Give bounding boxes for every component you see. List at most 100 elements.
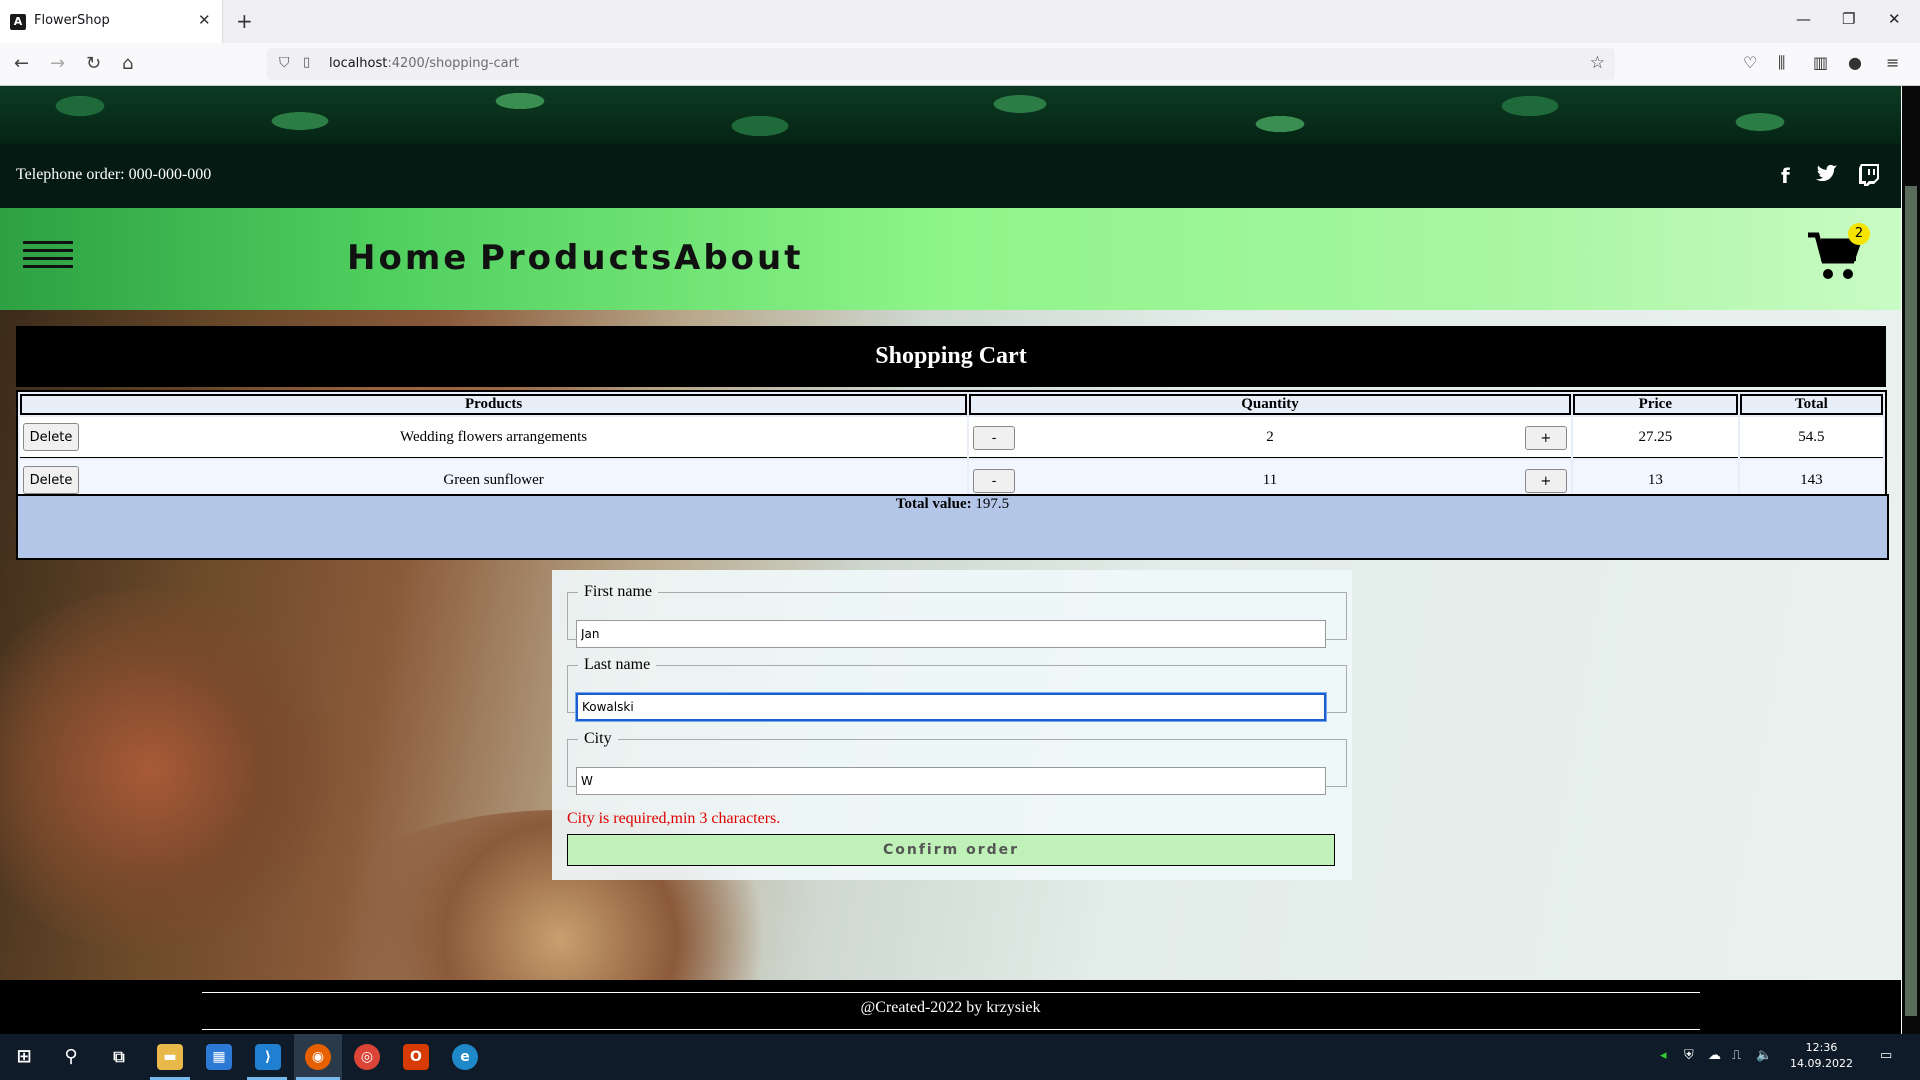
product-name: Wedding flowers arrangements	[400, 428, 588, 445]
facebook-icon[interactable]: f	[1781, 164, 1790, 188]
product-name: Green sunflower	[443, 471, 544, 488]
office-icon[interactable]: O	[403, 1044, 429, 1070]
clock-time: 12:36	[1805, 1041, 1838, 1054]
address-bar[interactable]: ⛉ ▯ localhost:4200/shopping-cart ☆	[267, 48, 1615, 80]
home-icon[interactable]: ⌂	[122, 53, 133, 74]
library-icon[interactable]: ⫼	[1778, 53, 1785, 73]
col-total: Total	[1739, 394, 1883, 415]
main-menu-bar: Home Products About 2	[0, 208, 1901, 310]
last-name-fieldset: Last name	[567, 656, 1347, 722]
onedrive-tray-icon[interactable]: ☁	[1708, 1048, 1721, 1063]
footer-divider	[202, 992, 1700, 993]
shopping-cart-title: Shopping Cart	[16, 326, 1886, 387]
forward-icon[interactable]: →	[50, 53, 65, 74]
increase-quantity-button[interactable]: +	[1524, 426, 1567, 450]
cart-table: Products Quantity Price Total Delete Wed…	[16, 390, 1887, 505]
first-name-fieldset: First name	[567, 583, 1347, 648]
footer-text: @Created-2022 by krzysiek	[860, 999, 1041, 1016]
browser-tab[interactable]: A FlowerShop ✕	[0, 0, 223, 43]
firefox-icon[interactable]: ◉	[305, 1044, 331, 1070]
footer-divider	[202, 1029, 1700, 1030]
decrease-quantity-button[interactable]: -	[973, 426, 1016, 450]
telephone-bar: Telephone order: 000-000-000 f	[0, 144, 1901, 208]
menu-home[interactable]: Home	[347, 238, 469, 278]
browser-navbar: ← → ↻ ⌂ ⛉ ▯ localhost:4200/shopping-cart…	[0, 43, 1920, 86]
page-scrollbar[interactable]	[1902, 86, 1920, 1034]
delete-button[interactable]: Delete	[23, 423, 79, 451]
pocket-icon[interactable]: ♡	[1743, 53, 1757, 72]
city-error-message: City is required,min 3 characters.	[567, 810, 781, 827]
background-blossom	[0, 590, 360, 950]
city-label: City	[584, 730, 612, 747]
sidebar-icon[interactable]: ▥	[1813, 53, 1828, 72]
browser-tabbar: A FlowerShop ✕ + — ❐ ✕	[0, 0, 1920, 43]
url-text[interactable]: localhost:4200/shopping-cart	[329, 56, 519, 71]
minimize-icon[interactable]: —	[1796, 10, 1811, 28]
url-host: localhost	[329, 56, 388, 71]
increase-quantity-button[interactable]: +	[1524, 469, 1567, 493]
twitter-icon[interactable]	[1816, 164, 1838, 189]
angular-icon: A	[10, 14, 26, 30]
chrome-icon[interactable]: ◎	[354, 1044, 380, 1070]
first-name-input[interactable]	[576, 620, 1326, 648]
security-tray-icon[interactable]: ⛨	[1684, 1048, 1694, 1063]
col-price: Price	[1572, 394, 1738, 415]
web-page: Telephone order: 000-000-000 f Home Prod…	[0, 86, 1901, 1034]
new-tab-icon[interactable]: +	[236, 9, 253, 33]
volume-tray-icon[interactable]: 🔈	[1756, 1048, 1772, 1063]
last-name-input[interactable]	[575, 692, 1327, 722]
hamburger-menu-icon[interactable]	[23, 241, 73, 271]
vscode-icon[interactable]: ⟩	[255, 1044, 281, 1070]
menu-products[interactable]: Products	[480, 238, 674, 278]
col-products: Products	[20, 394, 968, 415]
shield-icon[interactable]: ⛉	[279, 55, 290, 71]
twitch-icon[interactable]	[1859, 164, 1879, 191]
window-close-icon[interactable]: ✕	[1888, 10, 1901, 28]
restore-icon[interactable]: ❐	[1842, 10, 1855, 28]
bookmark-star-icon[interactable]: ☆	[1590, 53, 1605, 73]
quantity-value: 11	[1262, 471, 1278, 488]
order-form: First name Last name City City is requir…	[552, 570, 1352, 880]
file-explorer-icon[interactable]: ▬	[157, 1044, 183, 1070]
delete-button[interactable]: Delete	[23, 466, 79, 494]
confirm-order-button[interactable]: Confirm order	[567, 834, 1335, 866]
total-amount: 197.5	[971, 496, 1010, 512]
total-label: Total value:	[895, 496, 972, 512]
edge-icon[interactable]: e	[452, 1044, 478, 1070]
cart-total-row: Total value: 197.5	[16, 494, 1889, 560]
windows-taskbar: ⊞ ⚲ ⧉ ▬ ▦ ⟩ ◉ ◎ O e ◂ ⛨ ☁ ⎍ 🔈 12:36 14.0…	[0, 1034, 1920, 1080]
first-name-label: First name	[584, 583, 652, 600]
table-row: Delete Wedding flowers arrangements - 2 …	[20, 417, 1883, 458]
col-quantity: Quantity	[969, 394, 1571, 415]
city-input[interactable]	[576, 767, 1326, 795]
windows-start-icon[interactable]: ⊞	[11, 1044, 37, 1070]
footer: @Created-2022 by krzysiek	[0, 980, 1901, 1034]
telephone-text: Telephone order: 000-000-000	[16, 166, 212, 183]
cart-content-area: Shopping Cart Products Quantity Price To…	[0, 310, 1901, 980]
header-banner-image	[0, 86, 1901, 144]
store-icon[interactable]: ▦	[206, 1044, 232, 1070]
tab-title: FlowerShop	[34, 13, 110, 28]
task-view-icon[interactable]: ⧉	[106, 1044, 132, 1070]
taskbar-clock[interactable]: 12:36 14.09.2022	[1790, 1040, 1853, 1072]
quantity-value: 2	[1266, 428, 1274, 445]
back-icon[interactable]: ←	[14, 53, 29, 74]
search-icon[interactable]: ⚲	[58, 1044, 84, 1070]
reload-icon[interactable]: ↻	[86, 53, 101, 74]
notifications-icon[interactable]: ▭	[1880, 1048, 1892, 1063]
close-tab-icon[interactable]: ✕	[198, 11, 211, 29]
city-fieldset: City	[567, 730, 1347, 795]
total-value: 54.5	[1739, 417, 1883, 458]
network-tray-icon[interactable]: ⎍	[1732, 1048, 1741, 1063]
nvidia-tray-icon[interactable]: ◂	[1660, 1048, 1667, 1063]
last-name-label: Last name	[584, 656, 651, 673]
account-icon[interactable]: ●	[1848, 53, 1862, 72]
scrollbar-thumb[interactable]	[1905, 186, 1917, 1016]
decrease-quantity-button[interactable]: -	[973, 469, 1016, 493]
cart-count-badge: 2	[1848, 223, 1870, 245]
menu-about[interactable]: About	[674, 238, 803, 278]
clock-date: 14.09.2022	[1790, 1057, 1853, 1070]
menu-icon[interactable]: ≡	[1886, 53, 1899, 72]
url-path: :4200/shopping-cart	[387, 56, 520, 71]
price-value: 27.25	[1572, 417, 1738, 458]
